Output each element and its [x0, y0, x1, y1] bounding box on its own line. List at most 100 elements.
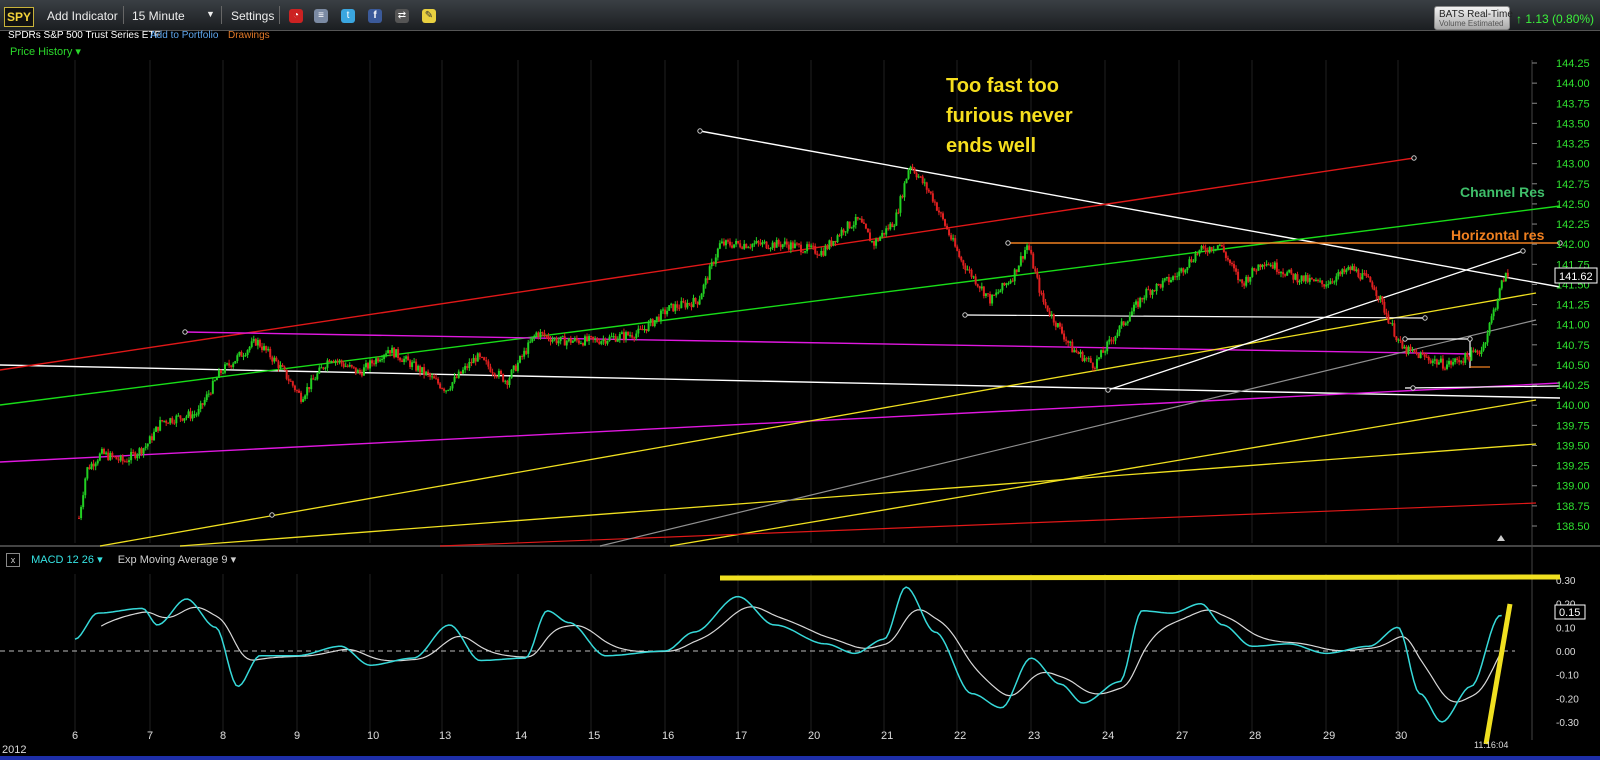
candle-body [1141, 297, 1144, 300]
candle-body [1269, 264, 1272, 266]
candle-body [354, 367, 357, 374]
candle-body [409, 360, 412, 367]
line-anchor-point [1005, 240, 1011, 246]
candle-body [1212, 249, 1215, 251]
candle-body [1009, 280, 1012, 284]
candle-body [1466, 352, 1469, 357]
macd-value-label: 0.15 [1559, 607, 1580, 619]
price-tick-label: 140.00 [1556, 400, 1590, 412]
macd-tick-label: 0.00 [1556, 647, 1576, 658]
candle-body [761, 242, 764, 245]
candle-body [177, 415, 180, 417]
ema-indicator-label[interactable]: Exp Moving Average 9 ▾ [118, 554, 236, 566]
candle-body [828, 240, 831, 249]
scroll-up-icon [1497, 535, 1505, 541]
candle-body [1282, 272, 1285, 275]
candle-body [624, 332, 627, 340]
candle-body [1431, 360, 1434, 363]
price-tick-label: 139.50 [1556, 440, 1590, 452]
macd-indicator-label[interactable]: MACD 12 26 ▾ [31, 554, 103, 566]
candle-body [832, 240, 835, 246]
line-anchor-point [269, 512, 275, 518]
candle-body [1089, 358, 1092, 363]
candle-body [1373, 287, 1376, 291]
candle-body [1083, 358, 1086, 362]
candle-body [751, 244, 754, 248]
chart-canvas[interactable]: 144.25 144.00 143.75 143.50 143.25 143.00 142.… [0, 0, 1600, 760]
candle-body [1261, 264, 1264, 268]
candle-body [236, 355, 239, 362]
candle-body [982, 286, 985, 296]
candle-body [702, 284, 705, 294]
price-tick-label: 144.25 [1556, 58, 1590, 70]
candle-body [881, 232, 884, 237]
candle-body [121, 455, 124, 462]
candle-body [419, 365, 422, 373]
macd-tick-label: -0.20 [1556, 694, 1579, 705]
candle-body [937, 210, 940, 213]
candle-body [846, 221, 849, 232]
candle-body [1407, 346, 1410, 354]
candle-body [451, 382, 454, 389]
candle-body [641, 328, 644, 331]
candle-body [123, 461, 126, 463]
candle-body [779, 244, 782, 248]
candle-body [1157, 284, 1160, 286]
candle-body [844, 231, 847, 233]
candle-body [1032, 253, 1035, 269]
candle-body [1383, 302, 1386, 313]
candle-body [1474, 350, 1477, 352]
candle-body [397, 349, 400, 358]
candle-body [1174, 276, 1177, 278]
candle-body [763, 241, 766, 243]
candle-body [425, 371, 428, 375]
candle-body [157, 426, 160, 431]
candle-body [379, 359, 382, 362]
candle-body [885, 228, 888, 235]
candle-body [571, 340, 574, 343]
close-icon[interactable]: x [6, 553, 20, 567]
candle-body [476, 353, 479, 362]
candle-body [622, 332, 625, 340]
candle-body [1506, 272, 1509, 277]
candle-body [132, 451, 135, 453]
candle-body [1130, 311, 1133, 316]
candle-body [893, 225, 896, 228]
candle-body [1196, 253, 1199, 255]
date-label: 30 [1395, 730, 1407, 742]
candle-body [310, 378, 313, 390]
candle-body [1147, 289, 1150, 291]
candle-body [561, 336, 564, 338]
candle-body [269, 348, 272, 358]
candle-body [674, 304, 677, 312]
candle-body [364, 363, 367, 368]
candle-body [1224, 252, 1227, 258]
candle-body [1182, 268, 1185, 273]
candle-body [1100, 350, 1103, 358]
candle-body [812, 245, 815, 247]
candle-body [842, 229, 845, 233]
candle-body [808, 244, 811, 247]
trading-chart-app: SPY Add Indicator 15 Minute ▼ Settings ◔… [0, 0, 1600, 760]
candle-body [84, 478, 87, 496]
candle-body [358, 369, 361, 373]
price-tick-label: 138.75 [1556, 501, 1590, 513]
candle-body [700, 293, 703, 300]
candle-body [1048, 311, 1051, 316]
candle-body [205, 394, 208, 400]
candle-body [731, 245, 734, 248]
candle-body [1222, 246, 1225, 253]
candle-body [716, 248, 719, 258]
candle-body [514, 365, 517, 371]
candle-body [478, 353, 481, 357]
candle-body [889, 223, 892, 230]
candle-body [737, 241, 740, 244]
candle-body [907, 170, 910, 179]
candle-body [381, 358, 384, 360]
candle-body [1052, 314, 1055, 323]
candle-body [314, 379, 317, 381]
horizontal-res-label: Horizontal res [1451, 227, 1545, 243]
candle-body [1220, 244, 1223, 247]
candle-body [485, 360, 488, 362]
candle-body [567, 338, 570, 342]
